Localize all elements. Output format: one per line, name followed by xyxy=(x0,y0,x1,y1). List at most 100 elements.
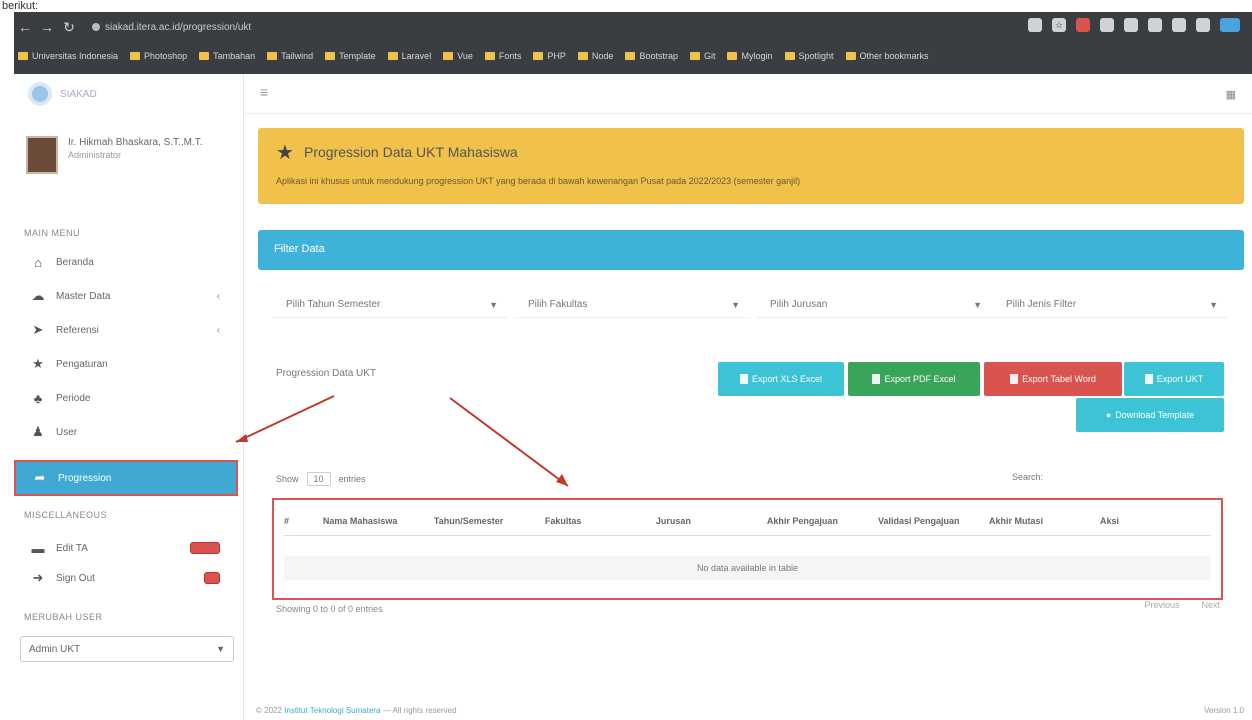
column-header[interactable]: Akhir Mutasi xyxy=(989,516,1100,535)
bookmark-item[interactable]: Tambahan xyxy=(199,51,255,61)
bookmark-label: Spotlight xyxy=(798,51,834,61)
bookmark-star-icon[interactable]: ☆ xyxy=(1052,18,1066,32)
data-table: # Nama Mahasiswa Tahun/Semester Fakultas Jur… xyxy=(272,498,1223,600)
filter-select-semester[interactable]: Pilih Tahun Semester ▼ xyxy=(272,292,508,318)
bookmark-label: Photoshop xyxy=(144,51,188,61)
sidebar-item-pengaturan[interactable]: ★ Pengaturan xyxy=(14,352,240,376)
bookmark-item[interactable]: Vue xyxy=(443,51,473,61)
export-xls-button[interactable]: Export XLS Excel xyxy=(718,362,844,396)
bookmark-item[interactable]: Template xyxy=(325,51,376,61)
column-header[interactable]: # xyxy=(284,516,323,535)
export-pdf-button[interactable]: Export PDF Excel xyxy=(848,362,980,396)
file-icon xyxy=(1144,374,1153,384)
bookmark-label: Vue xyxy=(457,51,473,61)
download-template-button[interactable]: ● Download Template xyxy=(1076,398,1224,432)
extension-icon[interactable] xyxy=(1100,18,1114,32)
bookmark-item[interactable]: Tailwind xyxy=(267,51,313,61)
file-icon xyxy=(1010,374,1019,384)
sidebar-item-referensi[interactable]: ➤ Referensi ‹ xyxy=(14,318,240,342)
sidebar-item-edit-ta[interactable]: ▬ Edit TA xyxy=(14,536,240,560)
column-header[interactable]: Nama Mahasiswa xyxy=(323,516,434,535)
select-value: Pilih Tahun Semester xyxy=(286,299,381,310)
folder-icon xyxy=(784,52,795,60)
filter-select-jurusan[interactable]: Pilih Jurusan ▼ xyxy=(756,292,992,318)
extension-icon-2[interactable] xyxy=(1124,18,1138,32)
app-logo[interactable]: SIAKAD xyxy=(28,82,97,106)
bookmark-item[interactable]: Other bookmarks xyxy=(845,51,929,61)
sidebar-item-label: User xyxy=(56,426,78,438)
table-header: # Nama Mahasiswa Tahun/Semester Fakultas Jur… xyxy=(284,516,1211,536)
filter-select-fakultas[interactable]: Pilih Fakultas ▼ xyxy=(514,292,750,318)
previous-button[interactable]: Previous xyxy=(1144,600,1179,610)
info-alert: ★ Progression Data UKT Mahasiswa Aplikas… xyxy=(258,128,1244,204)
puzzle-icon[interactable] xyxy=(1172,18,1186,32)
column-header[interactable]: Aksi xyxy=(1100,516,1211,535)
logo-icon xyxy=(28,82,52,106)
sidepanel-icon[interactable] xyxy=(1196,18,1210,32)
export-word-button[interactable]: Export Tabel Word xyxy=(984,362,1122,396)
column-header[interactable]: Tahun/Semester xyxy=(434,516,545,535)
column-header[interactable]: Fakultas xyxy=(545,516,656,535)
folder-icon xyxy=(18,52,28,60)
filter-select-jenis[interactable]: Pilih Jenis Filter ▼ xyxy=(992,292,1228,318)
profile-icon[interactable] xyxy=(1220,18,1240,32)
extension-red-icon[interactable] xyxy=(1076,18,1090,32)
extension-icon-3[interactable] xyxy=(1148,18,1162,32)
arrowhead-right xyxy=(556,474,568,486)
button-label: Download Template xyxy=(1115,410,1195,420)
column-header[interactable]: Jurusan xyxy=(656,516,767,535)
sidebar-item-beranda[interactable]: ⌂ Beranda xyxy=(14,250,240,274)
page-title: Progression Data UKT Mahasiswa xyxy=(304,144,518,160)
column-header[interactable]: Akhir Pengajuan xyxy=(767,516,878,535)
chevron-down-icon: ▼ xyxy=(1209,299,1218,310)
reload-icon[interactable]: ↻ xyxy=(58,19,80,36)
top-navbar: ≡ ▦ xyxy=(244,74,1252,114)
show-label: Show xyxy=(276,474,299,484)
bookmark-item[interactable]: Git xyxy=(689,51,715,61)
annotation-arrow-left xyxy=(235,395,335,443)
sidebar-item-sign-out[interactable]: ➜ Sign Out xyxy=(14,566,240,590)
badge xyxy=(204,572,220,584)
bookmark-item[interactable]: PHP xyxy=(533,51,566,61)
bookmark-item[interactable]: Photoshop xyxy=(130,51,187,61)
bookmark-label: Tambahan xyxy=(213,51,256,61)
sidebar-item-master-data[interactable]: ☁ Master Data ‹ xyxy=(14,284,240,308)
forward-icon[interactable]: → xyxy=(36,19,58,35)
export-ukt-button[interactable]: Export UKT xyxy=(1124,362,1224,396)
entries-select[interactable]: 10 xyxy=(306,472,331,486)
folder-icon xyxy=(267,52,278,60)
bookmark-item[interactable]: Laravel xyxy=(387,51,431,61)
sidebar-item-progression[interactable]: ➦ Progression xyxy=(14,460,238,496)
folder-icon xyxy=(689,52,700,60)
annotation-arrow-right xyxy=(449,397,569,487)
bookmark-item[interactable]: Bootstrap xyxy=(625,51,678,61)
button-label: Export Tabel Word xyxy=(1022,374,1096,384)
share-icon[interactable] xyxy=(1028,18,1042,32)
column-header[interactable]: Validasi Pengajuan xyxy=(878,516,989,535)
bookmark-item[interactable]: Fonts xyxy=(484,51,521,61)
user-role: Administrator xyxy=(68,150,122,160)
search-input[interactable] xyxy=(1046,466,1226,488)
bookmark-item[interactable]: Spotlight xyxy=(784,51,834,61)
grid-icon[interactable]: ▦ xyxy=(1226,88,1236,101)
screenshot-root: berikut: ← → ↻ siakad.itera.ac.id/progre… xyxy=(0,0,1252,720)
url-bar[interactable]: siakad.itera.ac.id/progression/ukt xyxy=(86,17,336,37)
folder-icon xyxy=(577,52,588,60)
hamburger-icon[interactable]: ≡ xyxy=(260,84,268,100)
next-button[interactable]: Next xyxy=(1201,600,1220,610)
card-icon: ▬ xyxy=(31,540,45,556)
footer-copyright: © 2022 xyxy=(256,706,282,715)
collapse-icon[interactable]: − xyxy=(274,240,1230,256)
bookmark-item[interactable]: Mylogin xyxy=(727,51,773,61)
sidebar-item-periode[interactable]: ♣ Periode xyxy=(14,386,240,410)
back-icon[interactable]: ← xyxy=(14,19,36,35)
bookmark-item[interactable]: Universitas Indonesia xyxy=(18,51,118,61)
folder-icon xyxy=(845,52,856,60)
folder-icon xyxy=(387,52,398,60)
footer-link[interactable]: Institut Teknologi Sumatera xyxy=(284,706,380,715)
sidebar-item-user[interactable]: ♟ User xyxy=(14,420,240,444)
filter-panel-header[interactable]: Filter Data − xyxy=(258,230,1244,270)
bookmarks-bar: Universitas Indonesia Photoshop Tambahan Ta… xyxy=(18,44,1248,68)
bookmark-item[interactable]: Node xyxy=(577,51,613,61)
user-switch-select[interactable]: Admin UKT ▼ xyxy=(20,636,234,662)
